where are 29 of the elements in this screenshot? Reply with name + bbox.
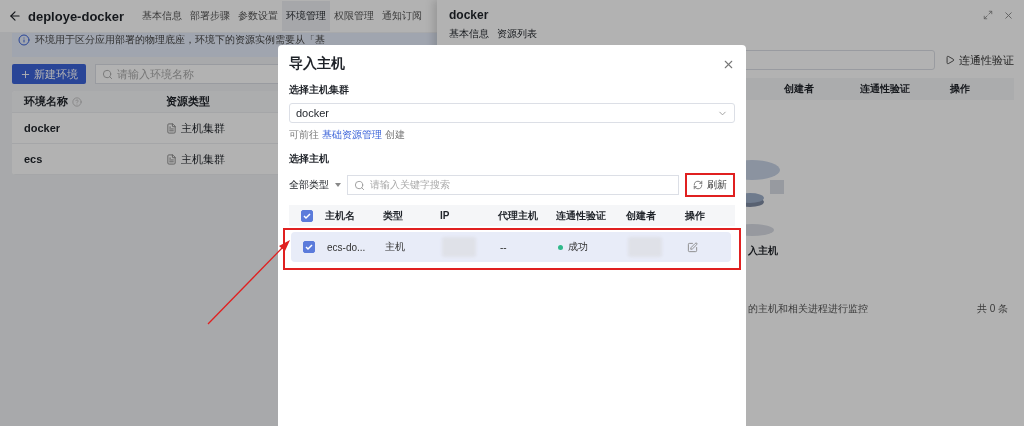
description-text: 的主机和相关进程进行监控 [748,302,868,316]
field-label: 选择主机集群 [289,83,349,97]
total-count: 共 0 条 [976,302,1008,316]
column-header: 操作 [685,208,706,223]
column-header: 操作 [950,82,971,96]
column-header: 类型 [383,208,404,223]
drawer-title: docker [449,8,489,22]
column-header: 主机名 [325,208,356,223]
field-label: 选择主机 [289,152,329,166]
hint-text: 可前往 基础资源管理 创建 [289,128,406,142]
table-cell-text: 主机 [385,240,406,254]
column-header: IP [440,210,451,221]
table-cell-text: ecs-do... [327,241,367,253]
column-header: 创建者 [626,208,657,223]
empty-title: 入主机 [748,244,778,258]
table-cell: 主机集群 [181,151,225,167]
column-header: 代理主机 [498,208,539,223]
table-cell-text: ecs [24,153,44,165]
column-header: 资源类型 [166,94,211,109]
table-cell-text: docker [24,122,62,134]
column-header: 连通性验证 [860,82,911,96]
column-header: 创建者 [784,82,815,96]
column-header: 环境名称 [24,94,68,109]
page-title: deploye-docker [28,8,125,24]
table-cell: 主机集群 [181,120,225,136]
notice-text: 环境用于区分应用部署的物理底座，环境下的资源实例需要从「基 [35,34,325,45]
table-cell-text: -- [500,241,508,253]
status-text: 成功 [568,240,588,254]
column-header: 连通性验证 [556,208,607,223]
